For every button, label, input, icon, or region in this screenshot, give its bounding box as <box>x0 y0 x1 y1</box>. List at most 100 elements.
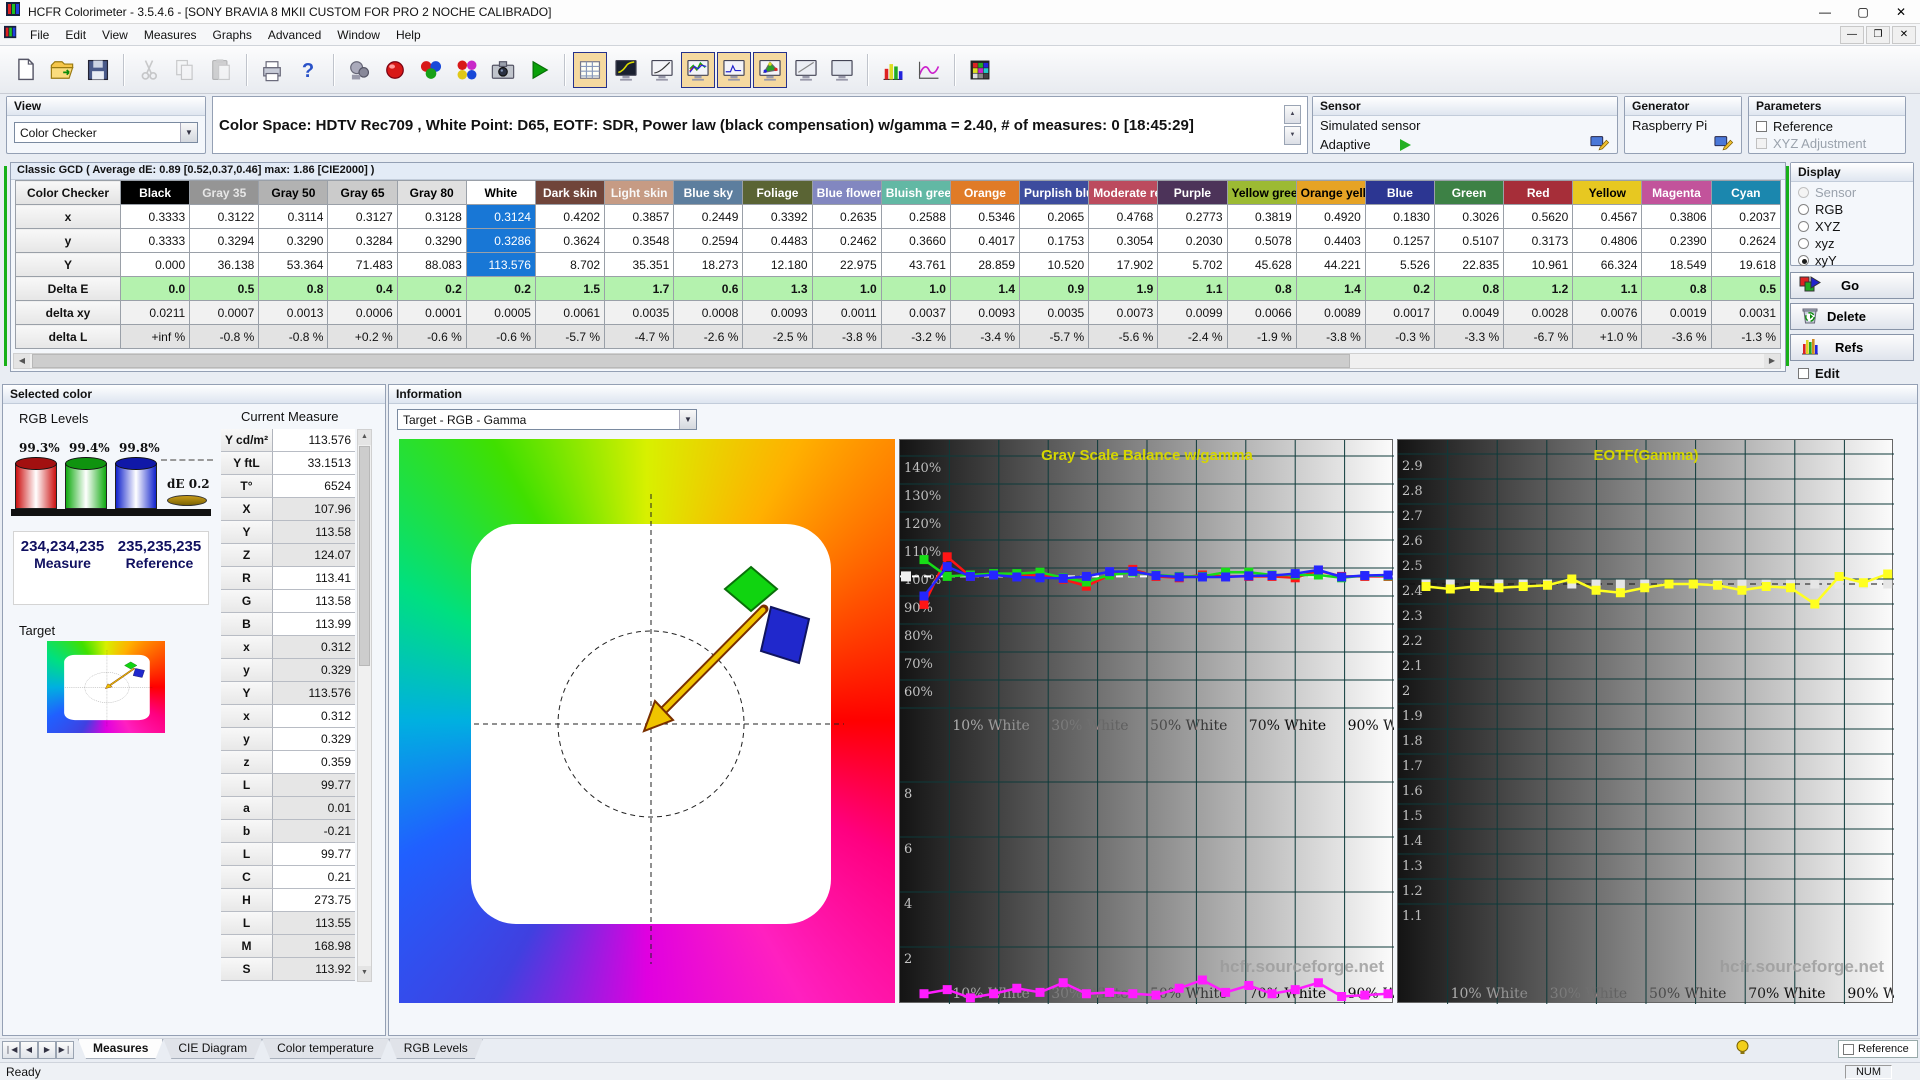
cell-Delta-E-gray-50[interactable]: 0.8 <box>258 276 329 301</box>
cell-y-gray-50[interactable]: 0.3290 <box>258 228 329 253</box>
measure-spinner[interactable]: ▲ ▼ <box>1284 105 1301 145</box>
cell-y-moderate-red[interactable]: 0.3054 <box>1088 228 1159 253</box>
generator-config-icon[interactable] <box>1714 133 1734 156</box>
menu-measures[interactable]: Measures <box>136 25 205 45</box>
paste-button[interactable] <box>204 52 238 88</box>
column-header-dark-skin[interactable]: Dark skin <box>534 180 606 205</box>
maximize-button[interactable]: ▢ <box>1844 0 1882 24</box>
about-button[interactable]: ? <box>291 52 325 88</box>
cell-x-orange-yellow[interactable]: 0.4920 <box>1295 204 1366 229</box>
cell-Delta-E-blue-flower[interactable]: 1.0 <box>811 276 882 301</box>
cell-x-cyan[interactable]: 0.2037 <box>1710 204 1782 229</box>
cell-Delta-E-purplish-blue[interactable]: 0.9 <box>1019 276 1090 301</box>
edit-checkbox-row[interactable]: Edit <box>1798 366 1840 381</box>
go-button[interactable]: Go <box>1790 272 1914 299</box>
radio-icon[interactable] <box>1798 238 1809 249</box>
cell-Y-gray-35[interactable]: 36.138 <box>189 252 260 277</box>
cell-delta-xy-purplish-blue[interactable]: 0.0035 <box>1019 300 1090 325</box>
tab-nav-next-button[interactable]: ▶ <box>38 1041 56 1059</box>
capture-button[interactable] <box>486 52 520 88</box>
cell-delta-xy-red[interactable]: 0.0028 <box>1503 300 1574 325</box>
cell-delta-xy-dark-skin[interactable]: 0.0061 <box>534 300 606 325</box>
cell-Delta-E-gray-65[interactable]: 0.4 <box>327 276 398 301</box>
run-measures-button[interactable] <box>522 52 556 88</box>
cell-delta-xy-gray-50[interactable]: 0.0013 <box>258 300 329 325</box>
view-rgb-histogram-button[interactable] <box>681 51 715 88</box>
menu-edit[interactable]: Edit <box>57 25 94 45</box>
cell-x-blue-flower[interactable]: 0.2635 <box>811 204 882 229</box>
cell-y-yellow[interactable]: 0.4806 <box>1572 228 1643 253</box>
cell-y-bluish-green[interactable]: 0.3660 <box>880 228 951 253</box>
column-header-white[interactable]: White <box>465 180 536 205</box>
reference-checkbox[interactable] <box>1843 1043 1854 1055</box>
tab-nav-first-button[interactable]: ❘◀ <box>2 1041 20 1059</box>
cell-delta-L-black[interactable]: +inf % <box>119 324 191 349</box>
cell-Delta-E-cyan[interactable]: 0.5 <box>1710 276 1782 301</box>
cell-delta-L-yellow-green[interactable]: -1.9 % <box>1226 324 1297 349</box>
cell-Delta-E-red[interactable]: 1.2 <box>1503 276 1574 301</box>
scrollbar-thumb[interactable] <box>32 354 1350 368</box>
cell-Delta-E-yellow-green[interactable]: 0.8 <box>1226 276 1297 301</box>
cell-Y-bluish-green[interactable]: 43.761 <box>880 252 951 277</box>
display-option-xyy[interactable]: xyY <box>1798 252 1906 269</box>
cell-Y-gray-80[interactable]: 88.083 <box>396 252 467 277</box>
cell-delta-xy-yellow-green[interactable]: 0.0066 <box>1226 300 1297 325</box>
cell-delta-xy-yellow[interactable]: 0.0076 <box>1572 300 1643 325</box>
column-header-orange[interactable]: Orange <box>949 180 1021 205</box>
menu-window[interactable]: Window <box>329 25 388 45</box>
cell-y-purplish-blue[interactable]: 0.1753 <box>1019 228 1090 253</box>
splitter-grip[interactable] <box>4 166 7 366</box>
cell-Y-cyan[interactable]: 19.618 <box>1710 252 1782 277</box>
cell-Y-white[interactable]: 113.576 <box>465 252 536 277</box>
view-monitor-1-button[interactable] <box>789 52 823 88</box>
cell-y-orange[interactable]: 0.4017 <box>949 228 1021 253</box>
cell-delta-L-red[interactable]: -6.7 % <box>1503 324 1574 349</box>
measure-color-button[interactable] <box>378 52 412 88</box>
radio-icon[interactable] <box>1798 204 1809 215</box>
cell-delta-L-dark-skin[interactable]: -5.7 % <box>534 324 606 349</box>
cell-y-yellow-green[interactable]: 0.5078 <box>1226 228 1297 253</box>
cell-delta-xy-purple[interactable]: 0.0099 <box>1157 300 1228 325</box>
edit-checkbox[interactable] <box>1798 368 1809 379</box>
cell-Delta-E-yellow[interactable]: 1.1 <box>1572 276 1643 301</box>
information-view-selector[interactable]: Target - RGB - Gamma ▼ <box>397 409 697 430</box>
cell-Y-blue-sky[interactable]: 18.273 <box>673 252 744 277</box>
view-selector[interactable]: Color Checker ▼ <box>14 122 198 143</box>
cell-x-orange[interactable]: 0.5346 <box>949 204 1021 229</box>
cell-Y-light-skin[interactable]: 35.351 <box>604 252 675 277</box>
cell-delta-L-moderate-red[interactable]: -5.6 % <box>1088 324 1159 349</box>
cell-delta-xy-cyan[interactable]: 0.0031 <box>1710 300 1782 325</box>
new-button[interactable] <box>9 52 43 88</box>
cell-x-yellow[interactable]: 0.4567 <box>1572 204 1643 229</box>
cell-delta-L-purple[interactable]: -2.4 % <box>1157 324 1228 349</box>
radio-icon[interactable] <box>1798 187 1809 198</box>
cell-delta-xy-foliage[interactable]: 0.0093 <box>742 300 813 325</box>
cell-delta-L-orange[interactable]: -3.4 % <box>949 324 1021 349</box>
cell-Y-yellow-green[interactable]: 45.628 <box>1226 252 1297 277</box>
view-luminance-button[interactable] <box>645 52 679 88</box>
cell-Y-black[interactable]: 0.000 <box>119 252 191 277</box>
cell-delta-xy-orange[interactable]: 0.0093 <box>949 300 1021 325</box>
display-option-rgb[interactable]: RGB <box>1798 201 1906 218</box>
cell-delta-L-gray-65[interactable]: +0.2 % <box>327 324 398 349</box>
grid-horizontal-scrollbar[interactable]: ◀ ▶ <box>13 353 1781 369</box>
menu-view[interactable]: View <box>94 25 136 45</box>
column-header-orange-yellow[interactable]: Orange yellow <box>1295 180 1366 205</box>
cell-x-dark-skin[interactable]: 0.4202 <box>534 204 606 229</box>
cell-Delta-E-blue[interactable]: 0.2 <box>1364 276 1435 301</box>
measure-primaries-button[interactable] <box>450 52 484 88</box>
spin-down-icon[interactable]: ▼ <box>1284 126 1301 145</box>
column-header-purplish-blue[interactable]: Purplish blue <box>1019 180 1090 205</box>
scroll-right-icon[interactable]: ▶ <box>1764 354 1780 368</box>
cell-y-light-skin[interactable]: 0.3548 <box>604 228 675 253</box>
tab-measures[interactable]: Measures <box>78 1039 163 1059</box>
cell-delta-L-purplish-blue[interactable]: -5.7 % <box>1019 324 1090 349</box>
scrollbar-thumb[interactable] <box>359 446 370 666</box>
column-header-bluish-green[interactable]: Bluish green <box>880 180 951 205</box>
column-header-gray-35[interactable]: Gray 35 <box>189 180 260 205</box>
cell-y-black[interactable]: 0.3333 <box>119 228 191 253</box>
cell-y-dark-skin[interactable]: 0.3624 <box>534 228 606 253</box>
cell-y-red[interactable]: 0.3173 <box>1503 228 1574 253</box>
radio-icon[interactable] <box>1798 221 1809 232</box>
mdi-minimize-button[interactable]: — <box>1840 26 1864 44</box>
